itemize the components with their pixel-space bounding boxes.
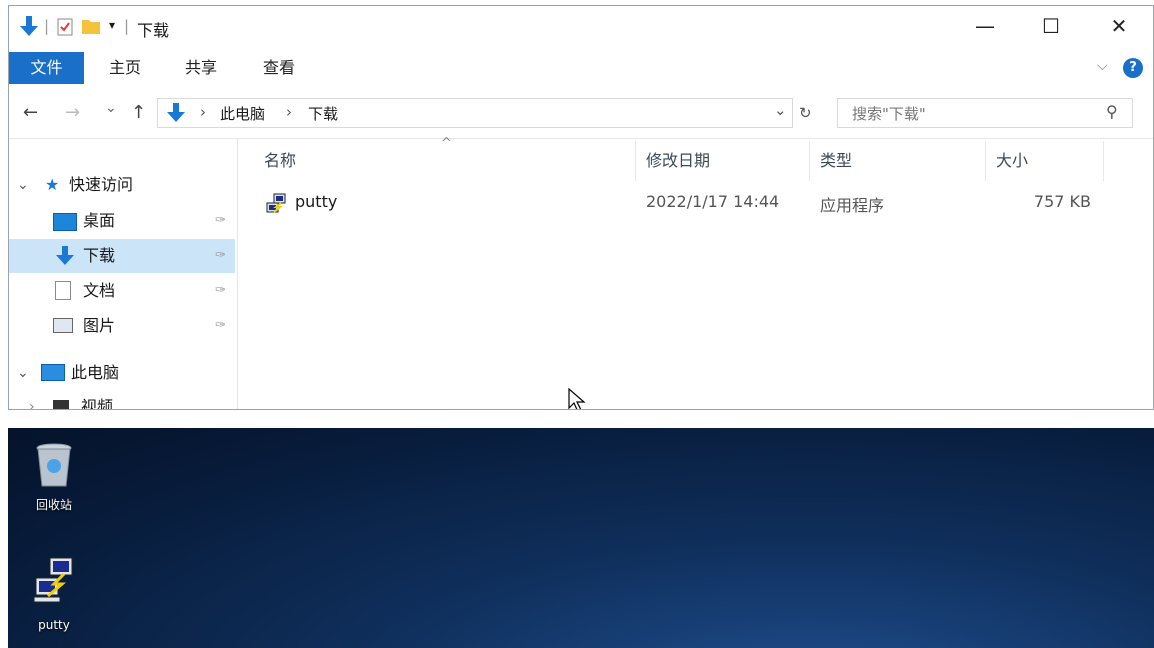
nav-label: 桌面 xyxy=(83,211,116,230)
nav-label: 图片 xyxy=(83,316,116,335)
download-arrow-icon[interactable] xyxy=(19,16,39,38)
sort-arrow-icon: ^ xyxy=(441,136,452,151)
column-divider[interactable] xyxy=(1103,141,1104,181)
search-icon[interactable]: ⚲ xyxy=(1106,102,1118,121)
column-header-type[interactable]: 类型 xyxy=(820,146,852,176)
expand-chevron-icon[interactable]: ⌄ xyxy=(17,168,29,202)
new-folder-icon[interactable] xyxy=(81,17,101,35)
file-row[interactable]: putty 2022/1/17 14:44 应用程序 757 KB xyxy=(259,190,1109,220)
nav-label: 文档 xyxy=(83,281,116,300)
collapsed-chevron-icon[interactable]: › xyxy=(29,390,35,409)
back-button[interactable]: ← xyxy=(23,102,38,123)
breadcrumb-separator[interactable]: › xyxy=(286,103,292,121)
nav-item-documents[interactable]: 文档 ✑ xyxy=(9,274,235,308)
column-header-name[interactable]: 名称 xyxy=(264,146,296,176)
nav-label: 此电脑 xyxy=(71,363,120,382)
nav-this-pc[interactable]: ⌄ 此电脑 xyxy=(9,356,235,390)
desktop-icon xyxy=(53,213,77,231)
pin-icon[interactable]: ✑ xyxy=(215,309,226,343)
download-arrow-icon xyxy=(56,246,74,265)
column-divider[interactable] xyxy=(635,141,636,181)
breadcrumb-separator[interactable]: › xyxy=(200,103,206,121)
properties-icon[interactable] xyxy=(57,18,73,36)
minimize-button[interactable]: — xyxy=(965,14,1005,38)
nav-item-desktop[interactable]: 桌面 ✑ xyxy=(9,204,235,238)
title-bar: | ▾ | 下载 — ☐ ✕ xyxy=(9,6,1153,50)
nav-item-videos[interactable]: › 视频 xyxy=(9,390,235,410)
close-button[interactable]: ✕ xyxy=(1099,14,1139,38)
video-icon xyxy=(53,400,69,409)
column-header-size[interactable]: 大小 xyxy=(996,146,1028,176)
nav-label: 下载 xyxy=(83,246,116,265)
column-divider[interactable] xyxy=(809,141,810,181)
column-header-date[interactable]: 修改日期 xyxy=(646,146,710,176)
download-arrow-icon xyxy=(167,103,185,122)
tab-share[interactable]: 共享 xyxy=(185,52,217,84)
breadcrumb-this-pc[interactable]: 此电脑 xyxy=(220,103,265,124)
file-size: 757 KB xyxy=(1033,192,1091,211)
qat-dropdown-icon[interactable]: ▾ xyxy=(109,18,115,32)
up-button[interactable]: ↑ xyxy=(131,102,146,123)
address-row: ← → ⌄ ↑ › 此电脑 › 下载 ⌄ ↻ 搜索"下载" ⚲ xyxy=(9,94,1153,139)
recent-locations-icon[interactable]: ⌄ xyxy=(105,100,117,116)
window-title: 下载 xyxy=(137,21,170,40)
nav-item-pictures[interactable]: 图片 ✑ xyxy=(9,309,235,343)
putty-icon xyxy=(266,193,286,213)
navigation-pane: ⌄ ★ 快速访问 桌面 ✑ 下载 ✑ 文档 ✑ 图片 ✑ ⌄ 此电脑 › 视频 xyxy=(9,138,238,410)
desktop-icon-recycle-bin[interactable]: 回收站 xyxy=(14,438,94,528)
search-placeholder: 搜索"下载" xyxy=(852,105,926,123)
nav-label: 快速访问 xyxy=(69,175,134,194)
nav-label: 视频 xyxy=(81,397,114,410)
ribbon-tabs: 文件 主页 共享 查看 ⌵ ? xyxy=(9,52,1153,86)
document-icon xyxy=(55,281,71,300)
recycle-bin-icon xyxy=(36,443,72,487)
qat-separator: | xyxy=(44,17,50,35)
tab-home[interactable]: 主页 xyxy=(109,52,141,84)
file-name: putty xyxy=(295,192,338,211)
pin-icon[interactable]: ✑ xyxy=(215,204,226,238)
file-date: 2022/1/17 14:44 xyxy=(646,192,780,211)
file-type: 应用程序 xyxy=(820,196,885,215)
forward-button[interactable]: → xyxy=(65,102,80,123)
ribbon-expand-icon[interactable]: ⌵ xyxy=(1097,58,1108,74)
refresh-button[interactable]: ↻ xyxy=(799,104,812,122)
pin-icon[interactable]: ✑ xyxy=(215,274,226,308)
qat-separator: | xyxy=(124,17,130,35)
breadcrumb-downloads[interactable]: 下载 xyxy=(308,103,338,124)
address-dropdown-icon[interactable]: ⌄ xyxy=(774,101,787,119)
nav-item-downloads[interactable]: 下载 ✑ xyxy=(9,239,235,273)
address-bar[interactable]: › 此电脑 › 下载 ⌄ xyxy=(157,98,793,128)
desktop-icon-label: putty xyxy=(38,618,70,632)
desktop: 回收站 putty xyxy=(8,428,1154,648)
search-box[interactable]: 搜索"下载" ⚲ xyxy=(837,98,1133,128)
tab-file[interactable]: 文件 xyxy=(9,52,84,84)
file-explorer-window: | ▾ | 下载 — ☐ ✕ 文件 主页 共享 查看 ⌵ ? ← → ⌄ ↑ ›… xyxy=(8,5,1154,410)
maximize-button[interactable]: ☐ xyxy=(1031,14,1071,38)
star-icon: ★ xyxy=(45,175,60,194)
help-icon[interactable]: ? xyxy=(1123,58,1143,78)
desktop-icon-putty[interactable]: putty xyxy=(14,556,94,646)
tab-view[interactable]: 查看 xyxy=(263,52,295,84)
column-divider[interactable] xyxy=(985,141,986,181)
pictures-icon xyxy=(53,318,73,333)
mouse-cursor-icon xyxy=(568,388,586,409)
desktop-icon-label: 回收站 xyxy=(35,498,72,512)
expand-chevron-icon[interactable]: ⌄ xyxy=(17,356,29,390)
putty-icon xyxy=(33,557,73,603)
pin-icon[interactable]: ✑ xyxy=(215,239,226,273)
computer-icon xyxy=(41,364,65,381)
nav-quick-access[interactable]: ⌄ ★ 快速访问 xyxy=(9,168,235,202)
